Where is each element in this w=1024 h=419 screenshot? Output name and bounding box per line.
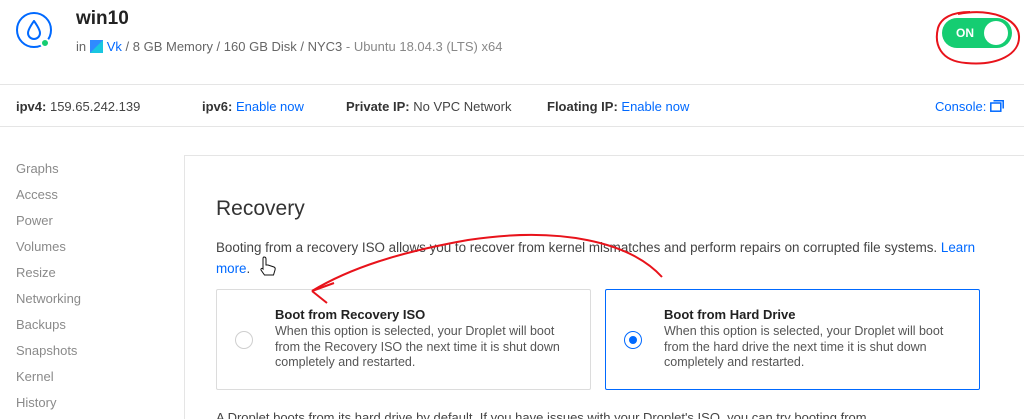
- droplet-title: win10: [76, 8, 129, 29]
- floating-ip-enable-link[interactable]: Enable now: [621, 99, 689, 114]
- sidebar-item-access[interactable]: Access: [16, 186, 81, 212]
- ipv6-info: ipv6: Enable now: [202, 99, 304, 114]
- sidebar-item-backups[interactable]: Backups: [16, 316, 81, 342]
- sidebar-item-graphs[interactable]: Graphs: [16, 160, 81, 186]
- radio-icon[interactable]: [235, 331, 253, 349]
- private-ip-value: No VPC Network: [413, 99, 512, 114]
- private-ip-info: Private IP: No VPC Network: [346, 99, 511, 114]
- in-label: in: [76, 39, 87, 54]
- boot-hard-drive-option[interactable]: Boot from Hard Drive When this option is…: [605, 289, 980, 390]
- sidebar-item-networking[interactable]: Networking: [16, 290, 81, 316]
- droplet-specs: / 8 GB Memory / 160 GB Disk / NYC3: [121, 39, 343, 54]
- ipv4-info: ipv4: 159.65.242.139: [16, 99, 140, 114]
- boot-recovery-iso-option[interactable]: Boot from Recovery ISO When this option …: [216, 289, 591, 390]
- recovery-description: Booting from a recovery ISO allows you t…: [216, 237, 976, 279]
- ipv6-enable-link[interactable]: Enable now: [236, 99, 304, 114]
- description-period: .: [246, 261, 251, 276]
- ipv6-label: ipv6:: [202, 99, 233, 114]
- recovery-footer-text: A Droplet boots from its hard drive by d…: [216, 410, 867, 419]
- project-link[interactable]: Vk: [107, 39, 122, 54]
- sidebar-item-kernel[interactable]: Kernel: [16, 368, 81, 394]
- sidebar-item-snapshots[interactable]: Snapshots: [16, 342, 81, 368]
- ipv4-label: ipv4:: [16, 99, 47, 114]
- power-toggle-label: ON: [956, 26, 974, 40]
- console-link[interactable]: Console:: [935, 99, 1004, 114]
- ipv4-value[interactable]: 159.65.242.139: [50, 99, 140, 114]
- sidebar-item-history[interactable]: History: [16, 394, 81, 419]
- floating-ip-label: Floating IP:: [547, 99, 618, 114]
- toggle-knob: [984, 21, 1008, 45]
- recovery-description-text: Booting from a recovery ISO allows you t…: [216, 240, 938, 255]
- status-dot: [40, 38, 50, 48]
- external-window-icon: [989, 100, 1004, 112]
- option-description: When this option is selected, your Dropl…: [275, 324, 560, 369]
- option-title: Boot from Hard Drive: [664, 307, 796, 322]
- sidebar-nav: Graphs Access Power Volumes Resize Netwo…: [16, 160, 81, 419]
- project-icon: [89, 40, 103, 53]
- floating-ip-info: Floating IP: Enable now: [547, 99, 689, 114]
- info-bar: ipv4: 159.65.242.139 ipv6: Enable now Pr…: [0, 84, 1024, 127]
- private-ip-label: Private IP:: [346, 99, 410, 114]
- recovery-title: Recovery: [216, 197, 305, 220]
- sidebar-item-resize[interactable]: Resize: [16, 264, 81, 290]
- droplet-subtitle: in Vk / 8 GB Memory / 160 GB Disk / NYC3…: [76, 39, 502, 54]
- sidebar-item-power[interactable]: Power: [16, 212, 81, 238]
- power-toggle[interactable]: ON: [942, 18, 1012, 48]
- option-title: Boot from Recovery ISO: [275, 307, 426, 322]
- sidebar-item-volumes[interactable]: Volumes: [16, 238, 81, 264]
- option-description: When this option is selected, your Dropl…: [664, 324, 944, 369]
- droplet-os: - Ubuntu 18.04.3 (LTS) x64: [342, 39, 503, 54]
- console-label: Console:: [935, 99, 987, 114]
- radio-icon[interactable]: [624, 331, 642, 349]
